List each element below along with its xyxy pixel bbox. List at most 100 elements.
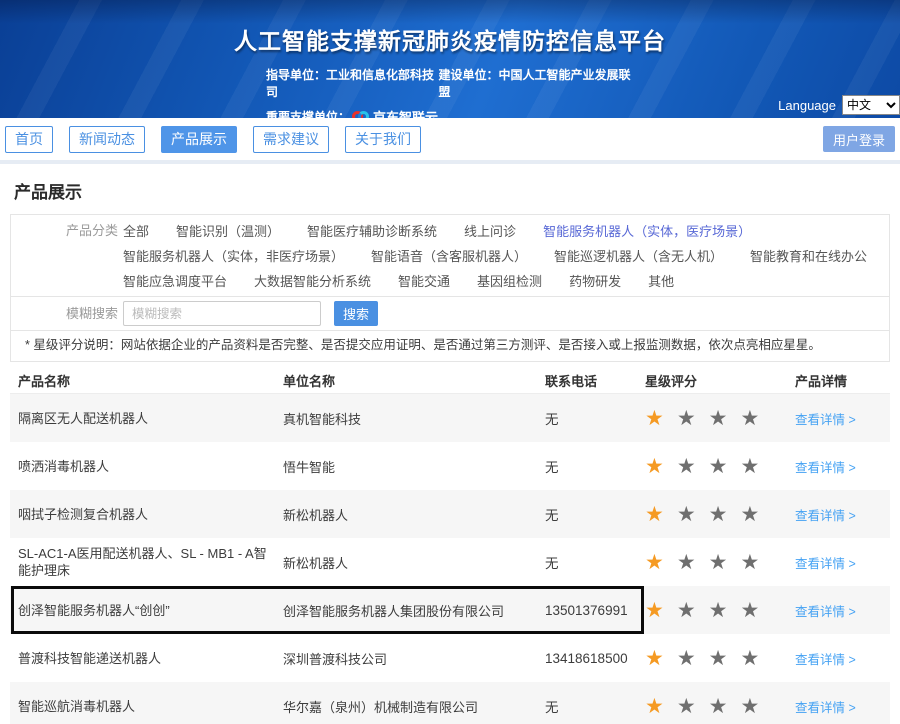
search-label: 模糊搜索 [11,297,123,331]
star-icon: ★ [709,552,728,573]
category-item[interactable]: 智能医疗辅助诊断系统 [307,221,437,240]
star-icon: ★ [645,504,664,525]
company-name: 深圳普渡科技公司 [283,649,545,668]
category-item[interactable]: 大数据智能分析系统 [254,271,371,290]
company-name: 悟牛智能 [283,457,545,476]
view-details-link[interactable]: 查看详情 > [795,701,856,715]
search-row: 模糊搜索 搜索 [11,296,889,330]
support-unit-label: 重要支撑单位： [266,108,350,118]
nav-home-button[interactable]: 首页 [5,126,53,153]
star-icon: ★ [677,456,696,477]
category-item[interactable]: 智能交通 [398,271,450,290]
search-button[interactable]: 搜索 [334,301,378,326]
table-row: SL-AC1-A医用配送机器人、SL - MB1 - A智能护理床 新松机器人 … [10,538,890,586]
language-switcher: Language 中文 [778,95,900,115]
star-rating: ★★★★ [645,408,795,429]
star-icon: ★ [740,504,759,525]
star-icon: ★ [677,552,696,573]
category-item[interactable]: 全部 [123,221,149,240]
star-icon: ★ [709,504,728,525]
filter-panel: 产品分类 全部 智能识别（温测） 智能医疗辅助诊断系统 线上问诊 智能服务机器人… [10,214,890,362]
star-icon: ★ [677,648,696,669]
col-rating: 星级评分 [645,371,795,390]
nav-about-button[interactable]: 关于我们 [345,126,421,153]
star-icon: ★ [740,648,759,669]
table-row: 咽拭子检测复合机器人 新松机器人 无 ★ ★ ★ ★ 查看详情 > [10,490,890,538]
star-rating: ★★★★ [645,456,795,477]
user-login-button[interactable]: 用户登录 [823,126,895,152]
guide-unit-text: 指导单位：工业和信息化部科技司 [266,66,439,100]
contact-phone: 13501376991 [545,603,645,618]
company-name: 新松机器人 [283,505,545,524]
nav-suggestions-button[interactable]: 需求建议 [253,126,329,153]
language-select[interactable]: 中文 [842,95,900,115]
view-details-link[interactable]: 查看详情 > [795,557,856,571]
header-info: 指导单位：工业和信息化部科技司 建设单位：中国人工智能产业发展联盟 重要支撑单位… [266,66,634,118]
star-icon: ★ [645,600,664,621]
star-icon: ★ [677,696,696,717]
star-rating: ★ ★ ★ ★ [645,648,795,669]
star-icon: ★ [645,648,664,669]
build-unit-text: 建设单位：中国人工智能产业发展联盟 [439,66,635,100]
product-name: 智能巡航消毒机器人 [18,698,283,715]
nav-news-button[interactable]: 新闻动态 [69,126,145,153]
table-header: 产品名称 单位名称 联系电话 星级评分 产品详情 [10,367,890,394]
product-name: 隔离区无人配送机器人 [18,410,283,427]
company-name: 华尔嘉（泉州）机械制造有限公司 [283,697,545,716]
table-row: 普渡科技智能递送机器人 深圳普渡科技公司 13418618500 ★ ★ ★ ★ 查看… [10,634,890,682]
product-name: 咽拭子检测复合机器人 [18,506,283,523]
product-name: 普渡科技智能递送机器人 [18,650,283,667]
category-item[interactable]: 智能识别（温测） [176,221,280,240]
star-icon: ★ [677,504,696,525]
star-icon: ★ [677,408,696,429]
star-icon: ★ [677,600,696,621]
category-item[interactable]: 智能巡逻机器人（含无人机） [554,246,723,265]
view-details-link[interactable]: 查看详情 > [795,509,856,523]
star-icon: ★ [645,456,664,477]
category-item[interactable]: 线上问诊 [464,221,516,240]
contact-phone: 无 [545,504,645,524]
company-name: 创泽智能服务机器人集团股份有限公司 [283,601,545,620]
star-icon: ★ [709,408,728,429]
contact-phone: 无 [545,408,645,428]
star-rating: ★ ★ ★ ★ [645,600,795,621]
product-name: 创泽智能服务机器人“创创” [18,602,283,619]
company-name: 新松机器人 [283,553,545,572]
nav-products-button[interactable]: 产品展示 [161,126,237,153]
view-details-link[interactable]: 查看详情 > [795,413,856,427]
col-details: 产品详情 [795,371,882,390]
contact-phone: 无 [545,696,645,716]
category-item[interactable]: 智能语音（含客服机器人） [371,246,527,265]
rating-note: * 星级评分说明：网站依据企业的产品资料是否完整、是否提交应用证明、是否通过第三… [11,330,889,361]
star-icon: ★ [740,552,759,573]
company-name: 真机智能科技 [283,409,545,428]
view-details-link[interactable]: 查看详情 > [795,461,856,475]
contact-phone: 13418618500 [545,651,645,666]
table-row: 智能巡航消毒机器人 华尔嘉（泉州）机械制造有限公司 无 ★★★★ 查看详情 > [10,682,890,724]
star-icon: ★ [709,456,728,477]
category-item[interactable]: 基因组检测 [477,271,542,290]
site-header: 人工智能支撑新冠肺炎疫情防控信息平台 指导单位：工业和信息化部科技司 建设单位：… [0,0,900,118]
contact-phone: 无 [545,456,645,476]
view-details-link[interactable]: 查看详情 > [795,605,856,619]
language-label: Language [778,98,836,113]
category-item[interactable]: 智能服务机器人（实体，非医疗场景） [123,246,344,265]
star-icon: ★ [645,552,664,573]
site-title: 人工智能支撑新冠肺炎疫情防控信息平台 [0,0,900,56]
category-filter-label: 产品分类 [11,215,123,243]
star-rating: ★ ★ ★ ★ [645,504,795,525]
category-item[interactable]: 其他 [648,271,674,290]
star-icon: ★ [740,600,759,621]
category-item[interactable]: 药物研发 [569,271,621,290]
category-item[interactable]: 智能应急调度平台 [123,271,227,290]
category-item[interactable]: 智能教育和在线办公 [750,246,867,265]
star-rating: ★ ★ ★ ★ [645,552,795,573]
view-details-link[interactable]: 查看详情 > [795,653,856,667]
contact-phone: 无 [545,552,645,572]
search-input[interactable] [123,301,321,326]
star-rating: ★★★★ [645,696,795,717]
category-item-selected[interactable]: 智能服务机器人（实体，医疗场景） [543,221,751,240]
star-icon: ★ [645,408,664,429]
star-icon: ★ [709,600,728,621]
star-icon: ★ [709,648,728,669]
